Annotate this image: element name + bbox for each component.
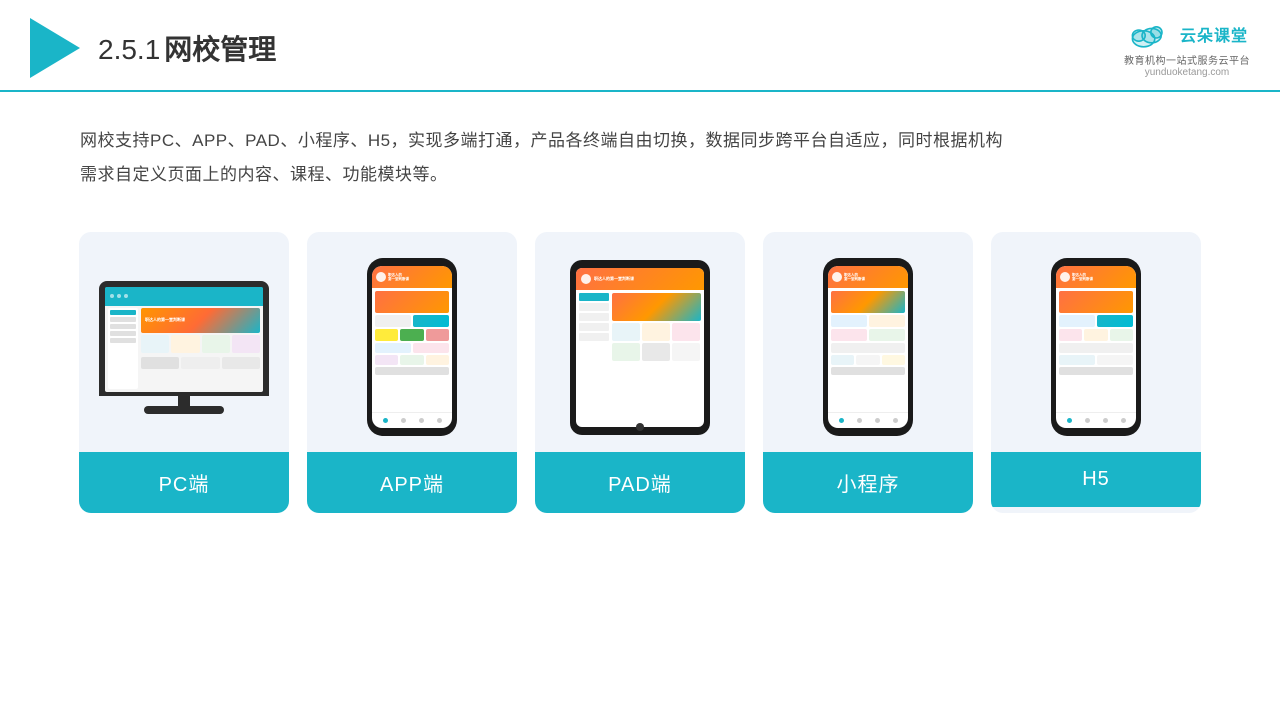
pad-image-area: 职达人的第一堂判断课	[535, 232, 745, 452]
tablet-home-button	[636, 423, 644, 431]
app-image-area: 职达人的第一堂判断课	[307, 232, 517, 452]
brand-logo-area: 云朵课堂 教育机构一站式服务云平台 yunduoketang.com	[1124, 18, 1250, 78]
app-label: APP端	[307, 452, 517, 513]
pad-tablet-mockup: 职达人的第一堂判断课	[570, 260, 710, 435]
h5-card: 职达人的第一堂判断课	[991, 232, 1201, 513]
section-number: 2.5.1	[98, 34, 160, 65]
cloud-logo-icon	[1126, 18, 1174, 50]
mini-program-image-area: 职达人的第一堂判断课	[763, 232, 973, 452]
page-title: 2.5.1网校管理	[98, 28, 276, 68]
description-line2: 需求自定义页面上的内容、课程、功能模块等。	[80, 158, 1200, 192]
logo-triangle-icon	[30, 18, 80, 78]
brand-logo: 云朵课堂	[1126, 18, 1248, 50]
app-card: 职达人的第一堂判断课	[307, 232, 517, 513]
pc-label: PC端	[79, 452, 289, 513]
mini-program-card: 职达人的第一堂判断课	[763, 232, 973, 513]
pc-mockup: 职达人的第一堂判断课	[99, 281, 269, 414]
mini-program-label: 小程序	[763, 452, 973, 513]
app-phone-mockup: 职达人的第一堂判断课	[367, 258, 457, 436]
page-header: 2.5.1网校管理 云朵课堂 教育机构一站式服务云平台 yunduoketang…	[0, 0, 1280, 92]
h5-phone-mockup: 职达人的第一堂判断课	[1051, 258, 1141, 436]
brand-url: yunduoketang.com	[1145, 67, 1230, 78]
pad-card: 职达人的第一堂判断课	[535, 232, 745, 513]
device-cards-container: 职达人的第一堂判断课	[0, 212, 1280, 543]
h5-label: H5	[991, 452, 1201, 507]
pc-image-area: 职达人的第一堂判断课	[79, 232, 289, 452]
pc-card: 职达人的第一堂判断课	[79, 232, 289, 513]
header-left: 2.5.1网校管理	[30, 18, 276, 78]
h5-image-area: 职达人的第一堂判断课	[991, 232, 1201, 452]
description-line1: 网校支持PC、APP、PAD、小程序、H5，实现多端打通，产品各终端自由切换，数…	[80, 124, 1200, 158]
pad-label: PAD端	[535, 452, 745, 513]
description-block: 网校支持PC、APP、PAD、小程序、H5，实现多端打通，产品各终端自由切换，数…	[0, 92, 1280, 212]
brand-tagline: 教育机构一站式服务云平台	[1124, 52, 1250, 67]
mini-program-phone-mockup: 职达人的第一堂判断课	[823, 258, 913, 436]
brand-name: 云朵课堂	[1180, 22, 1248, 46]
